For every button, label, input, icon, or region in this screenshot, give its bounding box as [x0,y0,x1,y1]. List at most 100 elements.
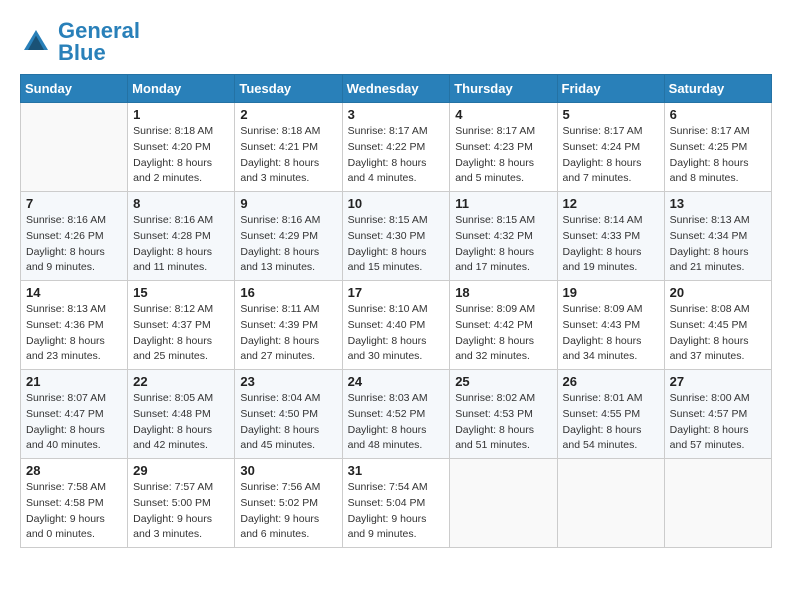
day-number: 8 [133,196,229,211]
day-cell: 5 Sunrise: 8:17 AMSunset: 4:24 PMDaylight… [557,103,664,192]
day-info: Sunrise: 8:14 AMSunset: 4:33 PMDaylight:… [563,213,659,276]
day-info: Sunrise: 8:02 AMSunset: 4:53 PMDaylight:… [455,391,551,454]
day-number: 24 [348,374,445,389]
day-number: 29 [133,463,229,478]
day-info: Sunrise: 8:15 AMSunset: 4:32 PMDaylight:… [455,213,551,276]
day-number: 10 [348,196,445,211]
calendar-table: SundayMondayTuesdayWednesdayThursdayFrid… [20,74,772,548]
weekday-friday: Friday [557,75,664,103]
weekday-tuesday: Tuesday [235,75,342,103]
weekday-header-row: SundayMondayTuesdayWednesdayThursdayFrid… [21,75,772,103]
day-cell: 2 Sunrise: 8:18 AMSunset: 4:21 PMDaylight… [235,103,342,192]
day-number: 13 [670,196,766,211]
day-number: 30 [240,463,336,478]
day-cell [21,103,128,192]
day-cell: 25Sunrise: 8:02 AMSunset: 4:53 PMDayligh… [450,370,557,459]
day-cell: 6 Sunrise: 8:17 AMSunset: 4:25 PMDaylight… [664,103,771,192]
day-cell: 3 Sunrise: 8:17 AMSunset: 4:22 PMDaylight… [342,103,450,192]
day-cell: 4 Sunrise: 8:17 AMSunset: 4:23 PMDaylight… [450,103,557,192]
day-info: Sunrise: 7:58 AMSunset: 4:58 PMDaylight:… [26,480,122,543]
day-number: 12 [563,196,659,211]
day-number: 11 [455,196,551,211]
day-cell [664,459,771,548]
week-row-2: 7Sunrise: 8:16 AMSunset: 4:26 PMDaylight… [21,192,772,281]
weekday-monday: Monday [128,75,235,103]
day-info: Sunrise: 8:16 AMSunset: 4:28 PMDaylight:… [133,213,229,276]
day-info: Sunrise: 7:56 AMSunset: 5:02 PMDaylight:… [240,480,336,543]
day-cell: 17 Sunrise: 8:10 AMSunset: 4:40 PMDayligh… [342,281,450,370]
day-info: Sunrise: 8:17 AMSunset: 4:24 PMDaylight:… [563,124,659,187]
day-number: 9 [240,196,336,211]
day-number: 6 [670,107,766,122]
day-info: Sunrise: 8:09 AMSunset: 4:42 PMDaylight:… [455,302,551,365]
day-cell: 16 Sunrise: 8:11 AMSunset: 4:39 PMDayligh… [235,281,342,370]
day-cell: 14 Sunrise: 8:13 AMSunset: 4:36 PMDayligh… [21,281,128,370]
day-number: 18 [455,285,551,300]
day-cell: 30 Sunrise: 7:56 AMSunset: 5:02 PMDayligh… [235,459,342,548]
day-number: 20 [670,285,766,300]
day-cell: 8 Sunrise: 8:16 AMSunset: 4:28 PMDaylight… [128,192,235,281]
day-info: Sunrise: 8:05 AMSunset: 4:48 PMDaylight:… [133,391,229,454]
day-cell: 7Sunrise: 8:16 AMSunset: 4:26 PMDaylight… [21,192,128,281]
day-info: Sunrise: 8:03 AMSunset: 4:52 PMDaylight:… [348,391,445,454]
day-number: 16 [240,285,336,300]
day-cell: 9 Sunrise: 8:16 AMSunset: 4:29 PMDaylight… [235,192,342,281]
week-row-1: 1 Sunrise: 8:18 AMSunset: 4:20 PMDaylight… [21,103,772,192]
day-info: Sunrise: 8:17 AMSunset: 4:22 PMDaylight:… [348,124,445,187]
day-info: Sunrise: 8:04 AMSunset: 4:50 PMDaylight:… [240,391,336,454]
page-header: GeneralBlue [20,20,772,64]
day-info: Sunrise: 8:01 AMSunset: 4:55 PMDaylight:… [563,391,659,454]
day-info: Sunrise: 8:18 AMSunset: 4:21 PMDaylight:… [240,124,336,187]
day-cell: 10 Sunrise: 8:15 AMSunset: 4:30 PMDayligh… [342,192,450,281]
day-number: 14 [26,285,122,300]
day-info: Sunrise: 8:11 AMSunset: 4:39 PMDaylight:… [240,302,336,365]
week-row-4: 21Sunrise: 8:07 AMSunset: 4:47 PMDayligh… [21,370,772,459]
day-cell: 19 Sunrise: 8:09 AMSunset: 4:43 PMDayligh… [557,281,664,370]
day-number: 22 [133,374,229,389]
day-cell: 27Sunrise: 8:00 AMSunset: 4:57 PMDayligh… [664,370,771,459]
weekday-sunday: Sunday [21,75,128,103]
day-cell: 11 Sunrise: 8:15 AMSunset: 4:32 PMDayligh… [450,192,557,281]
day-number: 5 [563,107,659,122]
day-cell: 24 Sunrise: 8:03 AMSunset: 4:52 PMDayligh… [342,370,450,459]
day-info: Sunrise: 8:17 AMSunset: 4:25 PMDaylight:… [670,124,766,187]
day-cell: 1 Sunrise: 8:18 AMSunset: 4:20 PMDaylight… [128,103,235,192]
day-number: 3 [348,107,445,122]
day-number: 2 [240,107,336,122]
day-number: 28 [26,463,122,478]
day-number: 31 [348,463,445,478]
day-cell: 13 Sunrise: 8:13 AMSunset: 4:34 PMDayligh… [664,192,771,281]
weekday-wednesday: Wednesday [342,75,450,103]
day-cell: 28 Sunrise: 7:58 AMSunset: 4:58 PMDayligh… [21,459,128,548]
day-cell: 23 Sunrise: 8:04 AMSunset: 4:50 PMDayligh… [235,370,342,459]
day-info: Sunrise: 8:16 AMSunset: 4:29 PMDaylight:… [240,213,336,276]
day-cell: 20 Sunrise: 8:08 AMSunset: 4:45 PMDayligh… [664,281,771,370]
day-cell: 15 Sunrise: 8:12 AMSunset: 4:37 PMDayligh… [128,281,235,370]
day-number: 19 [563,285,659,300]
day-number: 7 [26,196,122,211]
day-number: 27 [670,374,766,389]
day-info: Sunrise: 8:17 AMSunset: 4:23 PMDaylight:… [455,124,551,187]
logo: GeneralBlue [20,20,140,64]
logo-icon [20,26,52,58]
day-info: Sunrise: 8:18 AMSunset: 4:20 PMDaylight:… [133,124,229,187]
week-row-3: 14 Sunrise: 8:13 AMSunset: 4:36 PMDayligh… [21,281,772,370]
day-number: 23 [240,374,336,389]
day-number: 4 [455,107,551,122]
day-cell: 31 Sunrise: 7:54 AMSunset: 5:04 PMDayligh… [342,459,450,548]
day-info: Sunrise: 8:15 AMSunset: 4:30 PMDaylight:… [348,213,445,276]
day-info: Sunrise: 8:12 AMSunset: 4:37 PMDaylight:… [133,302,229,365]
day-info: Sunrise: 7:54 AMSunset: 5:04 PMDaylight:… [348,480,445,543]
day-cell [450,459,557,548]
day-info: Sunrise: 8:09 AMSunset: 4:43 PMDaylight:… [563,302,659,365]
day-number: 15 [133,285,229,300]
day-info: Sunrise: 8:13 AMSunset: 4:36 PMDaylight:… [26,302,122,365]
day-cell: 18 Sunrise: 8:09 AMSunset: 4:42 PMDayligh… [450,281,557,370]
day-info: Sunrise: 8:08 AMSunset: 4:45 PMDaylight:… [670,302,766,365]
day-cell: 26Sunrise: 8:01 AMSunset: 4:55 PMDayligh… [557,370,664,459]
day-number: 1 [133,107,229,122]
day-info: Sunrise: 8:10 AMSunset: 4:40 PMDaylight:… [348,302,445,365]
day-info: Sunrise: 8:13 AMSunset: 4:34 PMDaylight:… [670,213,766,276]
day-cell [557,459,664,548]
day-number: 17 [348,285,445,300]
